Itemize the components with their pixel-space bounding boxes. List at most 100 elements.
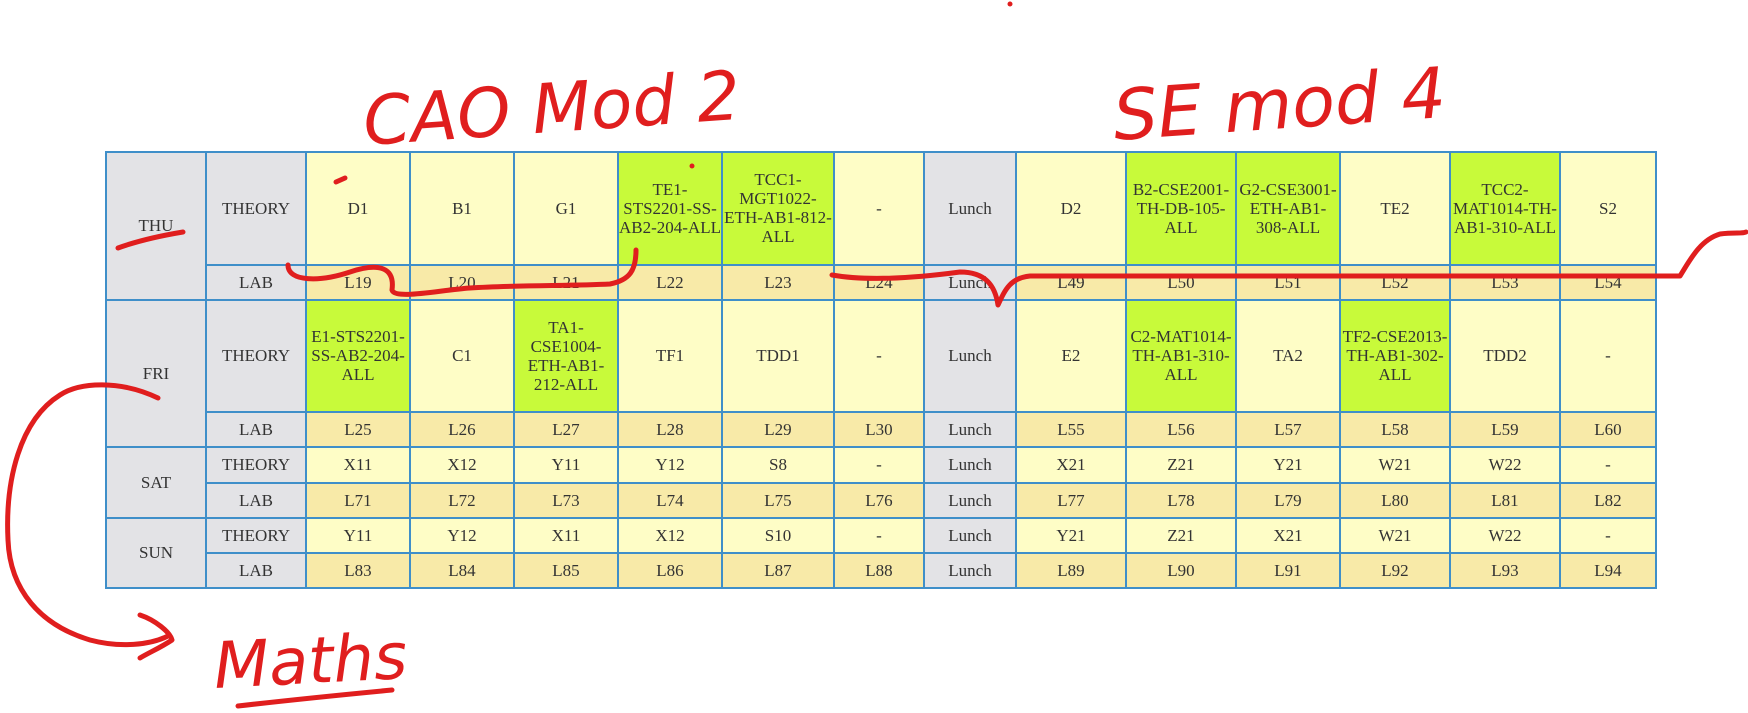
- slot-cell: Y11: [305, 516, 411, 554]
- day-cell-sat: SAT: [105, 446, 207, 519]
- lunch-cell: Lunch: [923, 411, 1017, 449]
- lab-slot-cell: L86: [617, 551, 723, 590]
- slot-cell: G1: [513, 151, 619, 266]
- slot-cell: Y21: [1015, 516, 1127, 554]
- slot-cell: -: [1559, 446, 1657, 484]
- note-cao-mod2: CAO Mod 2: [361, 57, 743, 162]
- slot-cell: TF1: [617, 298, 723, 414]
- lab-slot-cell: L93: [1449, 551, 1561, 590]
- lab-slot-cell: L82: [1559, 481, 1657, 519]
- lab-label: LAB: [205, 263, 307, 301]
- fri-theory-row: FRI THEORY E1-STS2201-SS-AB2-204-ALL C1 …: [105, 298, 1657, 449]
- registered-slot-cell: TA1-CSE1004-ETH-AB1-212-ALL: [513, 298, 619, 414]
- slot-cell: D1: [305, 151, 411, 266]
- lab-slot-cell: L85: [513, 551, 619, 590]
- lab-label: LAB: [205, 481, 307, 519]
- lab-slot-cell: L90: [1125, 551, 1237, 590]
- registered-slot-cell: G2-CSE3001-ETH-AB1-308-ALL: [1235, 151, 1341, 266]
- lab-slot-cell: L55: [1015, 411, 1127, 449]
- lab-slot-cell: L76: [833, 481, 925, 519]
- lab-slot-cell: L92: [1339, 551, 1451, 590]
- lab-slot-cell: L84: [409, 551, 515, 590]
- lab-slot-cell: L30: [833, 411, 925, 449]
- thu-lab-row: LAB L19 L20 L21 L22 L23 L24 Lunch L49 L5…: [106, 263, 1657, 301]
- lab-slot-cell: L59: [1449, 411, 1561, 449]
- slot-cell: C1: [409, 298, 515, 414]
- slot-cell: W21: [1339, 446, 1451, 484]
- lab-slot-cell: L89: [1015, 551, 1127, 590]
- slot-cell: X12: [409, 446, 515, 484]
- registered-slot-cell: TE1-STS2201-SS-AB2-204-ALL: [617, 151, 723, 266]
- slot-cell: TDD1: [721, 298, 835, 414]
- lab-slot-cell: L22: [617, 263, 723, 301]
- day-cell-fri: FRI: [105, 298, 207, 449]
- lab-slot-cell: L88: [833, 551, 925, 590]
- lab-slot-cell: L54: [1559, 263, 1657, 301]
- timetable: THU THEORY D1 B1 G1 TE1-STS2201-SS-AB2-2…: [105, 151, 1657, 590]
- maths-underline: [235, 687, 395, 709]
- slot-cell: Z21: [1125, 446, 1237, 484]
- lab-slot-cell: L78: [1125, 481, 1237, 519]
- lunch-cell: Lunch: [923, 481, 1017, 519]
- lab-slot-cell: L29: [721, 411, 835, 449]
- slot-cell: -: [833, 446, 925, 484]
- lab-slot-cell: L74: [617, 481, 723, 519]
- lunch-cell: Lunch: [923, 516, 1017, 554]
- theory-label: THEORY: [205, 298, 307, 414]
- lab-slot-cell: L91: [1235, 551, 1341, 590]
- lab-slot-cell: L21: [513, 263, 619, 301]
- day-cell-thu: THU: [105, 151, 207, 301]
- slot-cell: -: [833, 516, 925, 554]
- lab-slot-cell: L81: [1449, 481, 1561, 519]
- slot-cell: TA2: [1235, 298, 1341, 414]
- slot-cell: X12: [617, 516, 723, 554]
- registered-slot-cell: C2-MAT1014-TH-AB1-310-ALL: [1125, 298, 1237, 414]
- slot-cell: TE2: [1339, 151, 1451, 266]
- lab-slot-cell: L28: [617, 411, 723, 449]
- slot-cell: D2: [1015, 151, 1127, 266]
- registered-slot-cell: E1-STS2201-SS-AB2-204-ALL: [305, 298, 411, 414]
- slot-cell: S8: [721, 446, 835, 484]
- slot-cell: TDD2: [1449, 298, 1561, 414]
- day-cell-sun: SUN: [105, 516, 207, 590]
- lab-slot-cell: L24: [833, 263, 925, 301]
- lunch-cell: Lunch: [923, 551, 1017, 590]
- registered-slot-cell: B2-CSE2001-TH-DB-105-ALL: [1125, 151, 1237, 266]
- fri-lab-row: LAB L25 L26 L27 L28 L29 L30 Lunch L55 L5…: [106, 411, 1657, 449]
- thu-theory-row: THU THEORY D1 B1 G1 TE1-STS2201-SS-AB2-2…: [105, 151, 1657, 301]
- slot-cell: -: [1559, 516, 1657, 554]
- lab-label: LAB: [205, 411, 307, 449]
- slot-cell: W22: [1449, 516, 1561, 554]
- sat-theory-row: SAT THEORY X11 X12 Y11 Y12 S8 - Lunch X2…: [105, 446, 1657, 519]
- theory-label: THEORY: [205, 151, 307, 266]
- lab-slot-cell: L83: [305, 551, 411, 590]
- lab-slot-cell: L23: [721, 263, 835, 301]
- lunch-cell: Lunch: [923, 151, 1017, 266]
- slot-cell: X21: [1235, 516, 1341, 554]
- lab-slot-cell: L52: [1339, 263, 1451, 301]
- arrow-head: [137, 612, 175, 661]
- lab-slot-cell: L26: [409, 411, 515, 449]
- lab-slot-cell: L57: [1235, 411, 1341, 449]
- slot-cell: E2: [1015, 298, 1127, 414]
- note-maths: Maths: [212, 620, 409, 704]
- lab-slot-cell: L73: [513, 481, 619, 519]
- registered-slot-cell: TCC2-MAT1014-TH-AB1-310-ALL: [1449, 151, 1561, 266]
- sun-theory-row: SUN THEORY Y11 Y12 X11 X12 S10 - Lunch Y…: [105, 516, 1657, 590]
- lab-slot-cell: L51: [1235, 263, 1341, 301]
- lab-slot-cell: L71: [305, 481, 411, 519]
- slot-cell: W22: [1449, 446, 1561, 484]
- registered-slot-cell: TCC1-MGT1022-ETH-AB1-812-ALL: [721, 151, 835, 266]
- theory-label: THEORY: [205, 446, 307, 484]
- lab-slot-cell: L53: [1449, 263, 1561, 301]
- lab-slot-cell: L56: [1125, 411, 1237, 449]
- lab-slot-cell: L49: [1015, 263, 1127, 301]
- slot-cell: -: [833, 298, 925, 414]
- theory-label: THEORY: [205, 516, 307, 554]
- lab-slot-cell: L50: [1125, 263, 1237, 301]
- slot-cell: S10: [721, 516, 835, 554]
- lab-slot-cell: L60: [1559, 411, 1657, 449]
- lab-label: LAB: [205, 551, 307, 590]
- lunch-cell: Lunch: [923, 263, 1017, 301]
- slot-cell: Y21: [1235, 446, 1341, 484]
